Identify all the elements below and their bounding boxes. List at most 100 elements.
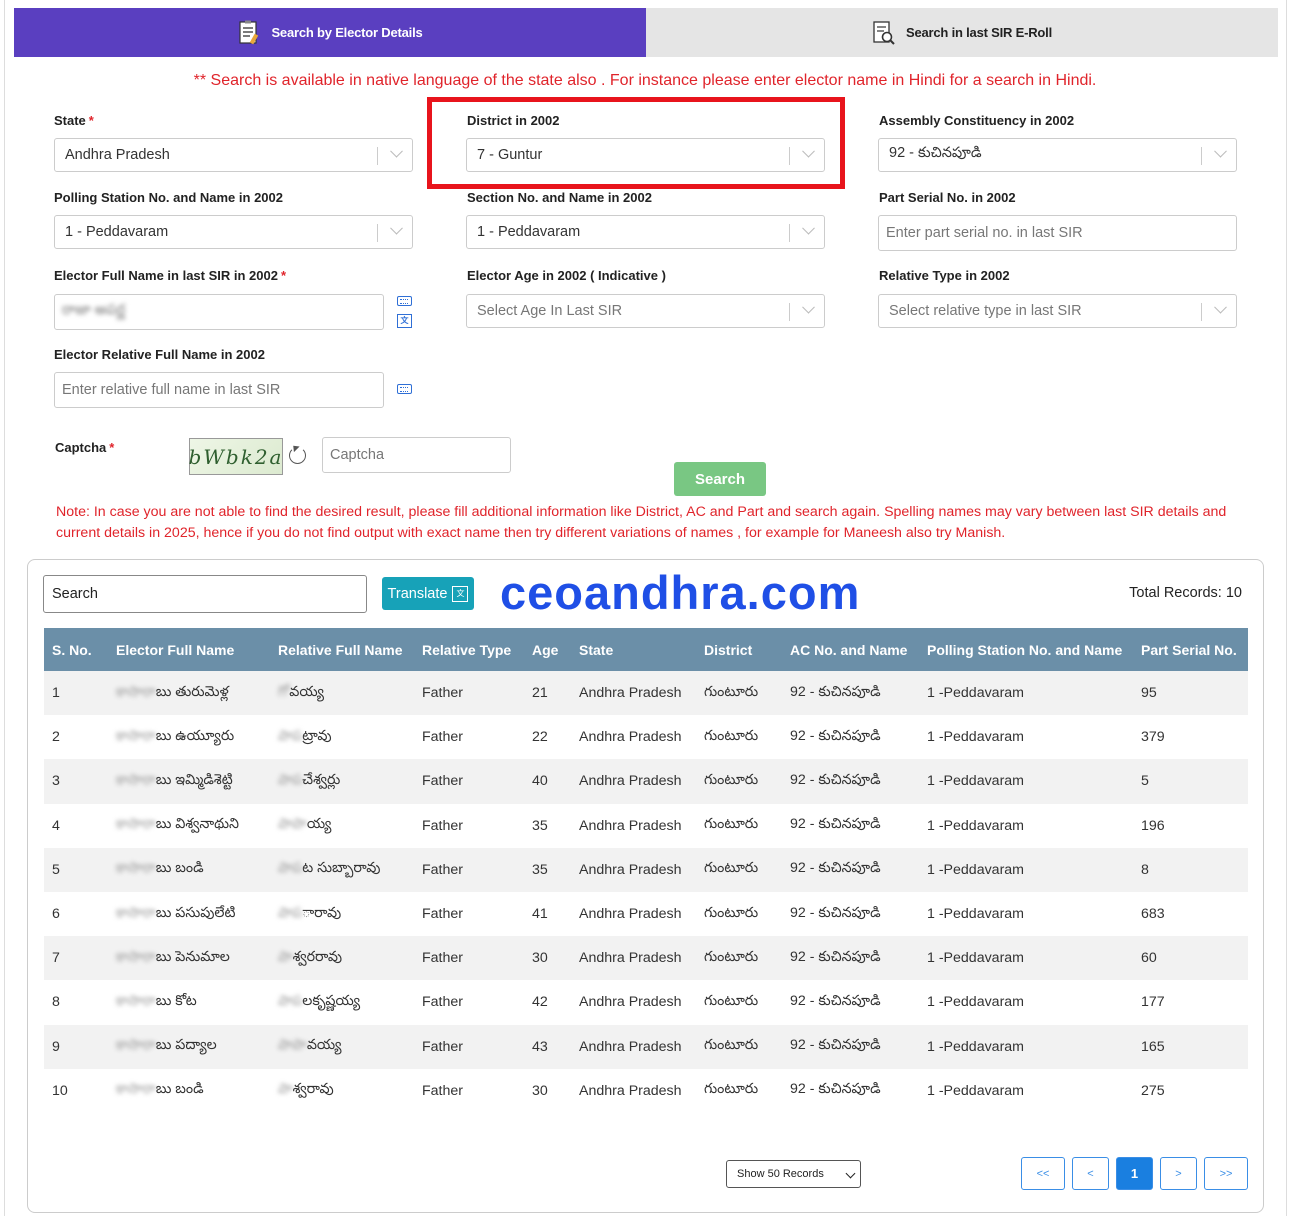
refresh-icon[interactable] [289, 447, 306, 464]
cell-ac: 92 - కుచినపూడి [790, 771, 881, 788]
cell-polling-station: 1 -Peddavaram [927, 1082, 1024, 1099]
search-button[interactable]: Search [674, 462, 766, 496]
tab-search-by-elector-details[interactable]: Search by Elector Details [14, 8, 646, 57]
section-value: 1 - Peddavaram [477, 224, 581, 240]
visible-text: ట్రావు [302, 727, 332, 744]
cell-part-serial: 275 [1141, 1082, 1165, 1099]
cell-ac: 92 - కుచినపూడి [790, 1037, 881, 1054]
col-state[interactable]: State [571, 628, 696, 671]
translate-button[interactable]: Translate 文 [382, 577, 474, 610]
search-note: Note: In case you are not able to find t… [56, 504, 1227, 541]
state-select[interactable]: Andhra Pradesh [54, 138, 413, 172]
col-ac[interactable]: AC No. and Name [782, 628, 919, 671]
visible-text: బు పసుపులేటి [155, 904, 236, 921]
cell-part-serial: 683 [1141, 906, 1165, 923]
cell-elector-name: కాసారాబు ఇమ్మిడిశెట్టి [108, 759, 270, 803]
blurred-text: కాసారా [116, 948, 156, 965]
blurred-text: పాప [278, 904, 303, 921]
cell-sno: 5 [52, 861, 60, 878]
keyboard-icon[interactable] [397, 296, 412, 306]
cell-age: 35 [532, 817, 548, 834]
cell-age: 40 [532, 773, 548, 790]
cell-relative-type: Father [422, 950, 464, 967]
elector-name-value: రాజా అపర్ణ [62, 302, 126, 318]
captcha-label: Captcha * [55, 440, 115, 455]
keyboard-icon[interactable] [397, 384, 412, 394]
next-page-button[interactable]: > [1160, 1157, 1197, 1190]
relative-name-input[interactable]: Enter relative full name in last SIR [54, 372, 384, 408]
part-serial-label: Part Serial No. in 2002 [879, 190, 1016, 205]
elector-age-label: Elector Age in 2002 ( Indicative ) [467, 268, 666, 283]
state-value: Andhra Pradesh [65, 147, 170, 163]
current-page-button[interactable]: 1 [1116, 1157, 1153, 1190]
tab-search-in-last-sir-eroll[interactable]: Search in last SIR E-Roll [646, 8, 1278, 57]
col-relative-type[interactable]: Relative Type [414, 628, 524, 671]
elector-age-placeholder: Select Age In Last SIR [477, 303, 623, 319]
col-sno[interactable]: S. No. [44, 628, 108, 671]
cell-part-serial: 379 [1141, 729, 1165, 746]
cell-ac: 92 - కుచినపూడి [790, 727, 881, 744]
cell-relative-name: పాపావయ్య [270, 1025, 414, 1069]
cell-state: Andhra Pradesh [579, 1082, 682, 1099]
blurred-text: గో [278, 683, 290, 700]
chevron-down-icon [390, 144, 403, 158]
cell-relative-name: గోవయ్య [270, 671, 414, 715]
cell-age: 22 [532, 729, 548, 746]
cell-relative-type: Father [422, 861, 464, 878]
cell-district: గుంటూరు [704, 904, 759, 921]
prev-page-button[interactable]: < [1072, 1157, 1109, 1190]
cell-district: గుంటూరు [704, 683, 759, 700]
cell-relative-type: Father [422, 773, 464, 790]
table-row: 3 కాసారాబు ఇమ్మిడిశెట్టి పాపచేశ్వర్లు Fathe… [44, 759, 1248, 804]
visible-text: బు ఉయ్యూరు [155, 727, 235, 744]
section-select[interactable]: 1 - Peddavaram [466, 215, 825, 249]
col-age[interactable]: Age [524, 628, 571, 671]
watermark: ceoandhra.com [500, 566, 861, 619]
polling-select[interactable]: 1 - Peddavaram [54, 215, 413, 249]
cell-state: Andhra Pradesh [579, 729, 682, 746]
col-district[interactable]: District [696, 628, 782, 671]
results-search-input[interactable]: Search [43, 575, 367, 613]
section-label: Section No. and Name in 2002 [467, 190, 652, 205]
cell-age: 43 [532, 1038, 548, 1055]
cell-elector-name: కాసారాబు విశ్వనాథుని [108, 804, 270, 848]
relative-type-label: Relative Type in 2002 [879, 268, 1010, 283]
cell-polling-station: 1 -Peddavaram [927, 994, 1024, 1011]
chevron-down-icon [845, 1168, 856, 1179]
first-page-button[interactable]: << [1021, 1157, 1065, 1190]
cell-polling-station: 1 -Peddavaram [927, 729, 1024, 746]
cell-district: గుంటూరు [704, 1037, 759, 1054]
table-row: 6 కాసారాబు పసుపులేటి పాపారావు Father 41 Andhr… [44, 891, 1248, 937]
cell-relative-name: పాపట్రావు [270, 715, 414, 759]
blurred-text: కాసారా [116, 683, 156, 700]
cell-relative-type: Father [422, 685, 464, 702]
cell-elector-name: కాసారాబు పసుపులేటి [108, 892, 270, 936]
polling-value: 1 - Peddavaram [65, 224, 169, 240]
visible-text: బు పెనుమాల [155, 948, 230, 965]
col-elector-name[interactable]: Elector Full Name [108, 628, 270, 671]
col-part-serial[interactable]: Part Serial No. [1133, 628, 1248, 671]
cell-polling-station: 1 -Peddavaram [927, 906, 1024, 923]
col-relative-name[interactable]: Relative Full Name [270, 628, 414, 671]
cell-part-serial: 5 [1141, 773, 1149, 790]
cell-relative-type: Father [422, 817, 464, 834]
last-page-button[interactable]: >> [1204, 1157, 1248, 1190]
captcha-input[interactable]: Captcha [322, 437, 511, 473]
elector-name-input[interactable]: రాజా అపర్ణ [54, 294, 384, 330]
blurred-text: పాప [278, 771, 303, 788]
visible-text: బు కోట [155, 992, 197, 1009]
blurred-text: పా [278, 1081, 293, 1098]
cell-polling-station: 1 -Peddavaram [927, 861, 1024, 878]
native-language-note: ** Search is available in native languag… [193, 72, 1097, 89]
elector-age-select[interactable]: Select Age In Last SIR [466, 294, 825, 328]
col-polling-station[interactable]: Polling Station No. and Name [919, 628, 1133, 671]
cell-polling-station: 1 -Peddavaram [927, 950, 1024, 967]
page-size-select[interactable]: Show 50 Records [726, 1160, 861, 1188]
relative-type-select[interactable]: Select relative type in last SIR [878, 294, 1237, 328]
form-list-icon [239, 20, 259, 44]
cell-ac: 92 - కుచినపూడి [790, 904, 881, 921]
translate-icon[interactable]: 文 [397, 314, 412, 328]
assembly-select[interactable]: 92 - కుచినపూడి [878, 138, 1237, 172]
cell-part-serial: 95 [1141, 685, 1157, 702]
part-serial-input[interactable]: Enter part serial no. in last SIR [878, 215, 1237, 251]
